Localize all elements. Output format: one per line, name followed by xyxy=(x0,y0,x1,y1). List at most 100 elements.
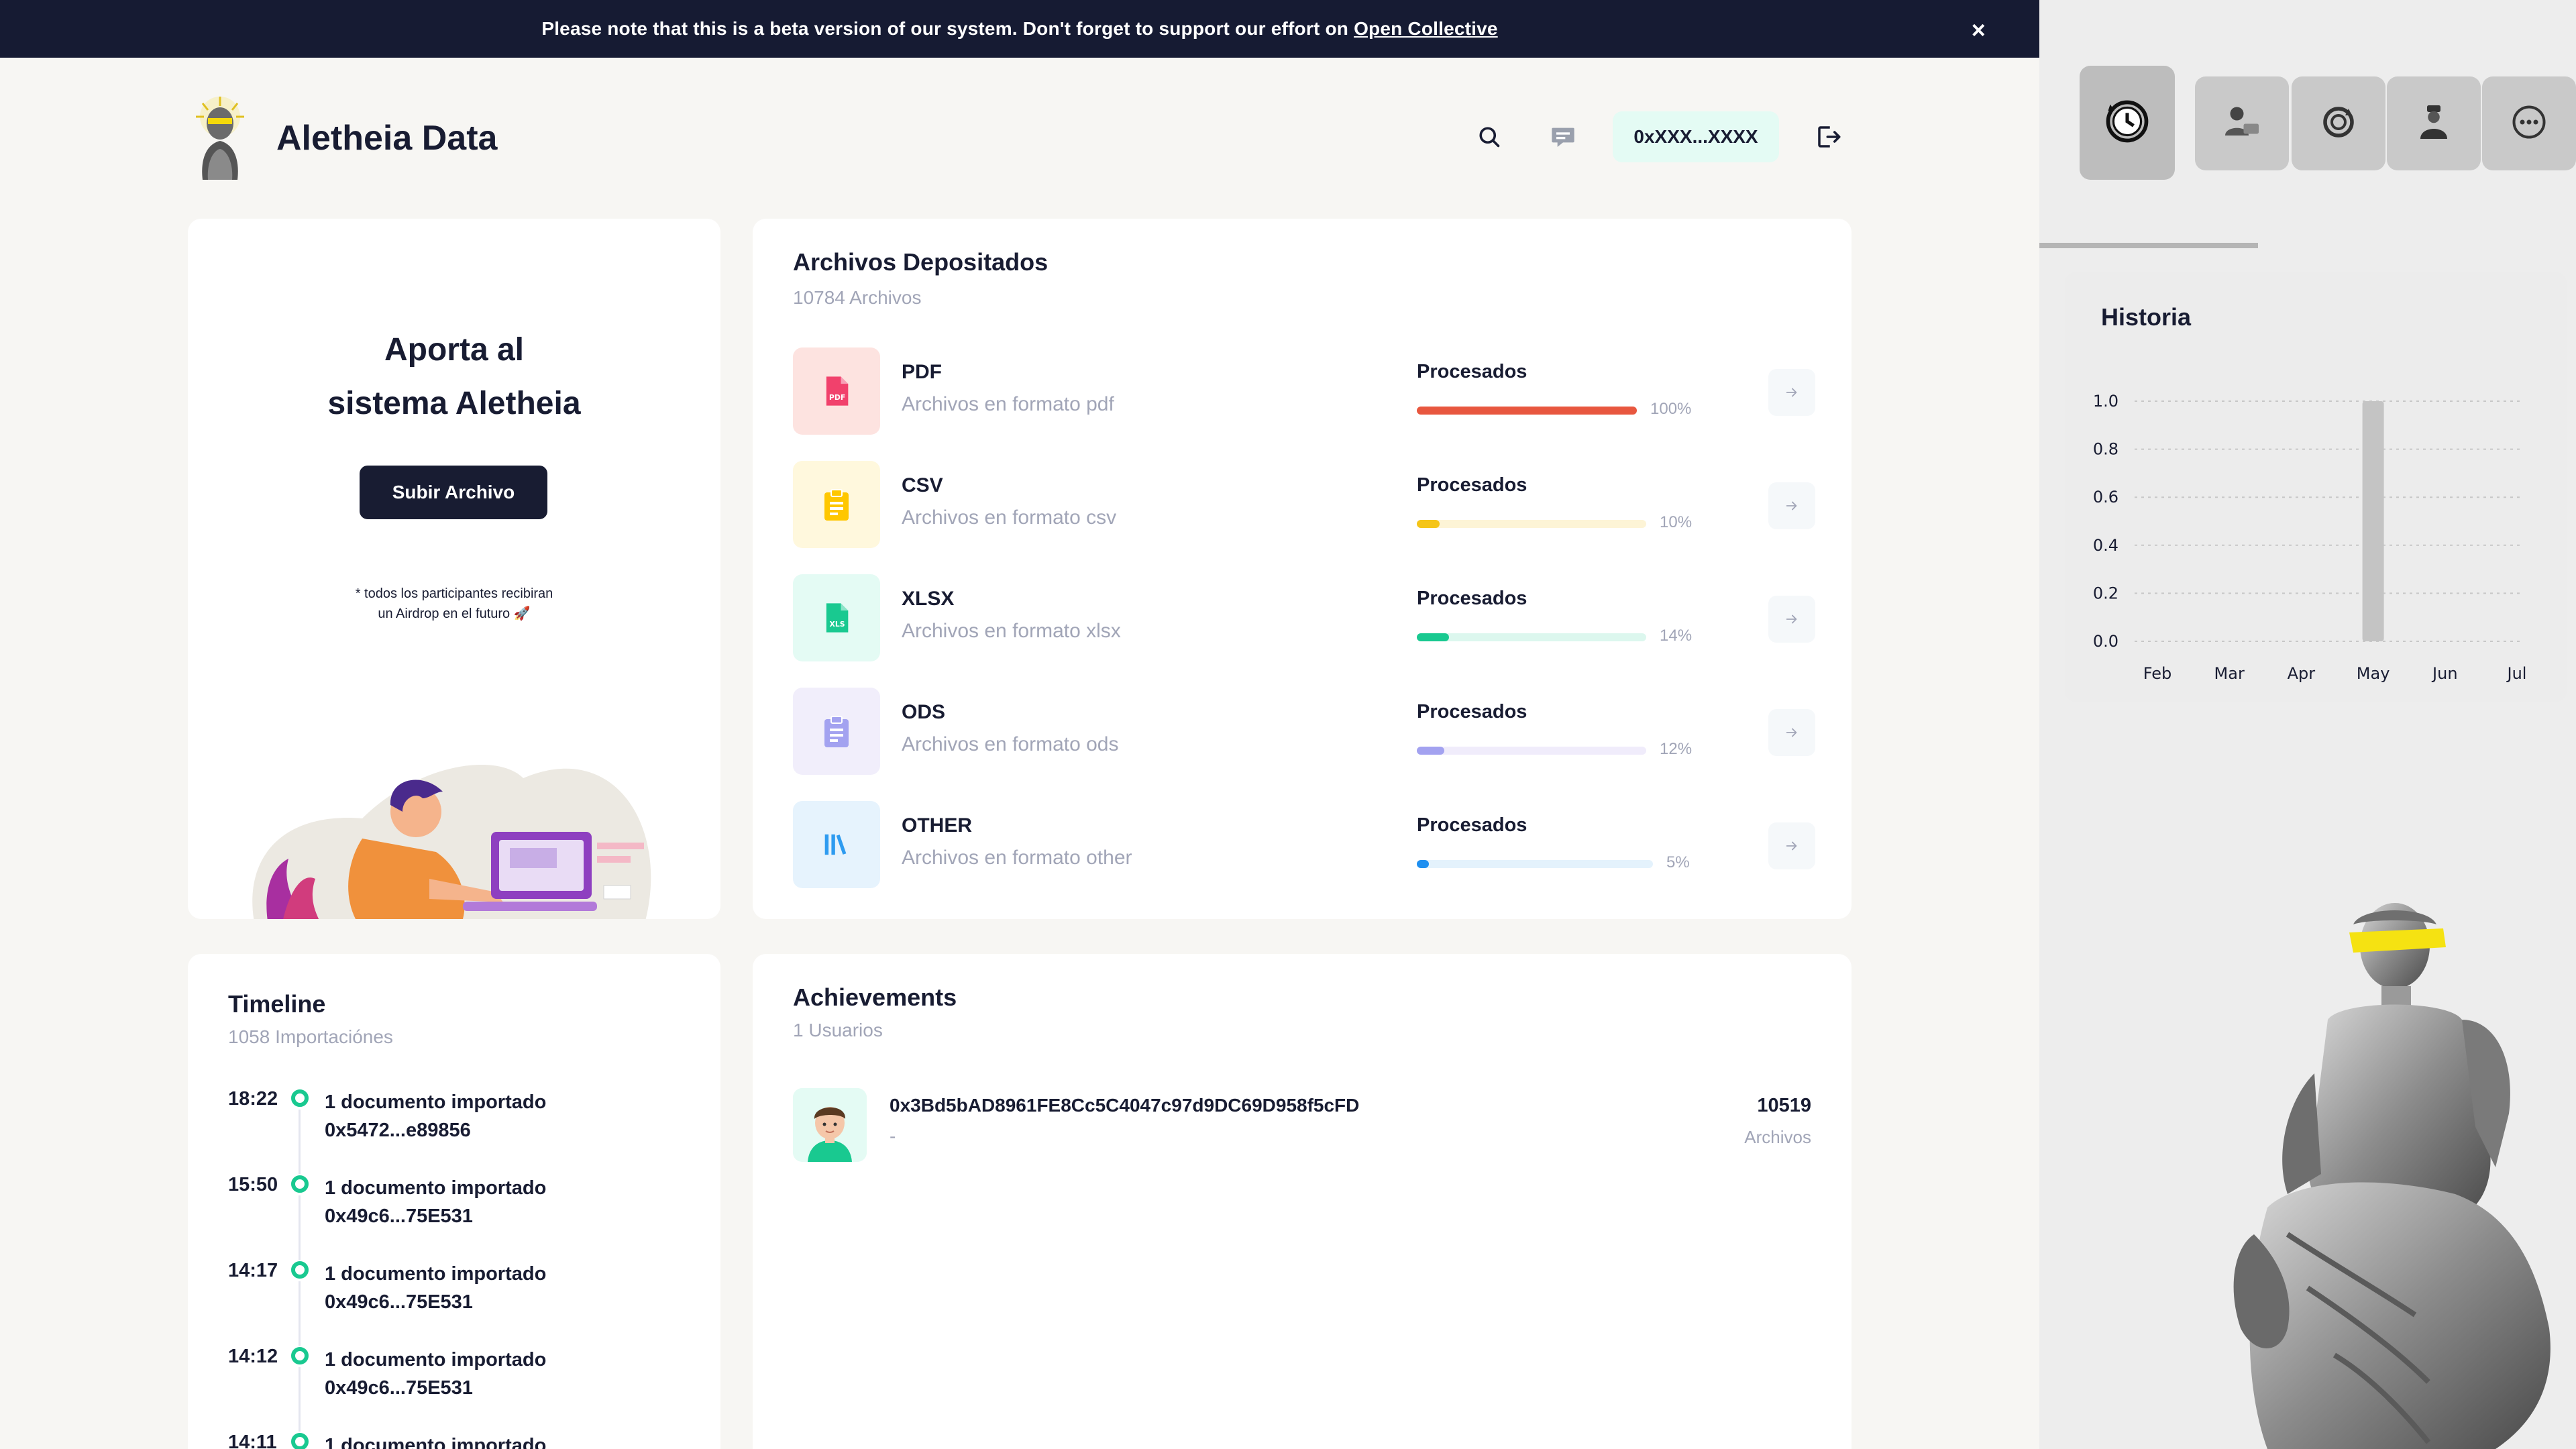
x-tick-label: Mar xyxy=(2214,664,2245,683)
history-bar xyxy=(2362,401,2384,641)
file-type-name: PDF xyxy=(902,361,942,383)
banner-text: Please note that this is a beta version … xyxy=(541,18,1349,39)
history-clock-icon xyxy=(2102,96,2153,150)
brand-name: Aletheia Data xyxy=(276,119,498,158)
upload-promo-card: Aporta al sistema Aletheia Subir Archivo… xyxy=(188,219,720,919)
beta-banner: Please note that this is a beta version … xyxy=(0,0,2039,58)
timeline-time: 18:22 xyxy=(228,1088,278,1110)
progress-bar xyxy=(1417,407,1637,415)
open-arrow-button[interactable] xyxy=(1768,482,1815,529)
progress-percent: 12% xyxy=(1660,740,1693,758)
active-tab-indicator xyxy=(2039,243,2258,248)
progress-bar-fill xyxy=(1417,520,1440,528)
coin-exchange-button[interactable] xyxy=(2292,76,2385,170)
more-icon xyxy=(2509,102,2549,146)
achievements-card: Achievements 1 Usuarios 0x3Bd5bAD8961FE8… xyxy=(753,954,1851,1449)
user-avatar xyxy=(793,1088,867,1162)
timeline-event: 1 documento importado xyxy=(325,1349,547,1371)
x-tick-label: Jun xyxy=(2431,664,2458,683)
file-type-name: ODS xyxy=(902,701,946,723)
history-bar-chart: 1.0 0.8 0.6 0.4 0.2 0.0 Feb Mar Apr May Jun Jul xyxy=(2093,392,2527,683)
arrow-right-icon xyxy=(1786,841,1797,851)
file-type-description: Archivos en formato csv xyxy=(902,506,1117,529)
progress-bar xyxy=(1417,860,1653,868)
svg-text:PDF: PDF xyxy=(829,393,845,402)
y-tick-label: 0.4 xyxy=(2093,536,2118,555)
user-subtitle: - xyxy=(890,1126,896,1146)
open-arrow-button[interactable] xyxy=(1768,822,1815,869)
side-panel: Historia 1.0 0.8 0.6 0.4 0.2 0.0 Feb Mar Apr May J… xyxy=(2039,0,2576,1449)
progress-label: Procesados xyxy=(1417,361,1527,382)
message-icon[interactable] xyxy=(1544,118,1582,156)
logo-statue-icon xyxy=(188,97,252,180)
file-type-row: OTHER Archivos en formato other Procesad… xyxy=(793,801,1815,888)
promo-title: Aporta al sistema Aletheia xyxy=(188,323,720,431)
progress-bar-fill xyxy=(1417,860,1429,868)
y-tick-label: 1.0 xyxy=(2093,392,2118,411)
airdrop-note-line2: un Airdrop en el futuro 🚀 xyxy=(378,606,531,621)
deposited-files-card: Archivos Depositados 10784 Archivos PDF … xyxy=(753,219,1851,919)
timeline-hash[interactable]: 0x49c6...75E531 xyxy=(325,1288,546,1316)
promo-title-line1: Aporta al xyxy=(384,332,525,368)
x-tick-label: Apr xyxy=(2288,664,2316,683)
file-type-row: PDF PDF Archivos en formato pdf Procesad… xyxy=(793,347,1815,435)
timeline-dot xyxy=(291,1089,309,1107)
timeline-connector xyxy=(299,1367,301,1432)
officer-button[interactable] xyxy=(2387,76,2481,170)
timeline-event: 1 documento importado xyxy=(325,1435,547,1449)
timeline-card: Timeline 1058 Importaciónes 18:22 1 docu… xyxy=(188,954,720,1449)
open-collective-link[interactable]: Open Collective xyxy=(1354,18,1498,40)
open-arrow-button[interactable] xyxy=(1768,596,1815,643)
progress-bar xyxy=(1417,633,1646,641)
person-at-computer-illustration xyxy=(241,724,671,919)
x-tick-label: Jul xyxy=(2506,664,2527,683)
file-type-row: CSV Archivos en formato csv Procesados 1… xyxy=(793,461,1815,548)
x-tick-label: Feb xyxy=(2143,664,2172,683)
timeline-time: 14:17 xyxy=(228,1260,278,1281)
x-tick-label: May xyxy=(2357,664,2390,683)
timeline-connector xyxy=(299,1281,301,1346)
wallet-address-button[interactable]: 0xXXX...XXXX xyxy=(1613,111,1779,162)
progress-bar xyxy=(1417,747,1646,755)
user-address[interactable]: 0x3Bd5bAD8961FE8Cc5C4047c97d9DC69D958f5c… xyxy=(890,1095,1359,1116)
timeline-item: 14:17 1 documento importado 0x49c6...75E… xyxy=(228,1260,698,1346)
progress-bar-fill xyxy=(1417,633,1449,641)
airdrop-note-line1: * todos los participantes recibiran xyxy=(355,586,553,601)
timeline-dot xyxy=(291,1347,309,1364)
timeline-hash[interactable]: 0x49c6...75E531 xyxy=(325,1202,546,1230)
timeline-item: 15:50 1 documento importado 0x49c6...75E… xyxy=(228,1174,698,1260)
arrow-right-icon xyxy=(1786,728,1797,737)
timeline-item: 18:22 1 documento importado 0x5472...e89… xyxy=(228,1088,698,1174)
timeline-hash[interactable]: 0x49c6...75E531 xyxy=(325,1374,546,1402)
user-files-count: 10519 xyxy=(1757,1095,1811,1116)
timeline-hash[interactable]: 0x5472...e89856 xyxy=(325,1116,546,1144)
progress-bar-fill xyxy=(1417,407,1637,415)
file-type-description: Archivos en formato xlsx xyxy=(902,620,1121,642)
timeline-text: 1 documento importado 0x49c6...75E531 xyxy=(325,1260,546,1316)
user-payment-button[interactable] xyxy=(2195,76,2289,170)
other-file-icon xyxy=(793,801,880,888)
more-button[interactable] xyxy=(2482,76,2576,170)
timeline-title: Timeline xyxy=(228,990,326,1018)
officer-icon xyxy=(2414,102,2454,146)
open-arrow-button[interactable] xyxy=(1768,709,1815,756)
timeline-text: 1 documento importado 0x49c6...75E531 xyxy=(325,1174,546,1230)
close-banner-button[interactable]: × xyxy=(1972,16,1986,44)
y-tick-label: 0.0 xyxy=(2093,632,2118,651)
history-clock-button[interactable] xyxy=(2080,66,2175,180)
logout-icon[interactable] xyxy=(1810,118,1847,156)
search-icon[interactable] xyxy=(1470,118,1508,156)
timeline-event: 1 documento importado xyxy=(325,1177,547,1199)
promo-title-line2: sistema Aletheia xyxy=(327,386,581,421)
csv-file-icon xyxy=(793,461,880,548)
timeline-dot xyxy=(291,1433,309,1449)
upload-file-button[interactable]: Subir Archivo xyxy=(360,466,547,519)
file-type-row: XLS XLSX Archivos en formato xlsx Proces… xyxy=(793,574,1815,661)
files-card-subtitle: 10784 Archivos xyxy=(793,287,922,308)
progress-percent: 10% xyxy=(1660,513,1693,531)
file-type-row: ODS Archivos en formato ods Procesados 1… xyxy=(793,688,1815,775)
arrow-right-icon xyxy=(1786,388,1797,397)
timeline-time: 14:11 xyxy=(228,1432,277,1449)
open-arrow-button[interactable] xyxy=(1768,369,1815,416)
y-tick-label: 0.8 xyxy=(2093,440,2118,459)
